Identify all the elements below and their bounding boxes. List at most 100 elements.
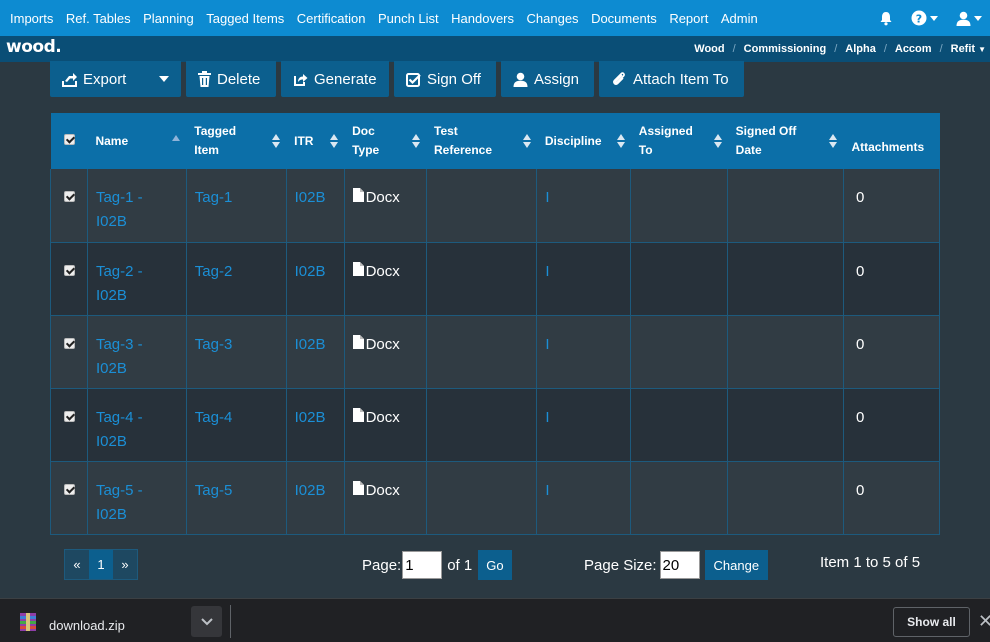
breadcrumb-accom[interactable]: Accom <box>895 43 932 55</box>
sort-both-icon <box>616 134 625 148</box>
sign-off-button[interactable]: Sign Off <box>394 61 496 97</box>
row-itr-link[interactable]: I02B <box>285 388 345 462</box>
row-discipline-link[interactable]: I <box>536 169 632 243</box>
user-menu-button[interactable] <box>956 11 982 26</box>
nav-tagged-items[interactable]: Tagged Items <box>206 11 284 26</box>
breadcrumb-commissioning[interactable]: Commissioning <box>744 43 827 55</box>
notifications-button[interactable] <box>879 11 893 26</box>
file-icon <box>352 261 364 276</box>
file-icon <box>352 188 364 202</box>
col-discipline[interactable]: Discipline <box>536 113 631 169</box>
row-tagged-item-link[interactable]: Tag-1 <box>185 169 287 243</box>
page-size-input[interactable] <box>659 551 700 579</box>
export-button[interactable]: Export <box>50 61 181 97</box>
row-name-line-2: I02B <box>95 286 127 304</box>
download-options-button[interactable] <box>191 606 222 637</box>
breadcrumb-wood[interactable]: Wood <box>694 43 724 55</box>
row-test-reference <box>425 388 538 462</box>
row-itr-link[interactable]: I02B <box>285 461 345 535</box>
download-file-name[interactable]: download.zip <box>49 618 125 633</box>
nav-admin[interactable]: Admin <box>721 11 758 26</box>
assign-label: Assign <box>534 70 580 88</box>
assign-button[interactable]: Assign <box>501 61 594 97</box>
row-checkbox[interactable] <box>64 410 75 422</box>
col-name[interactable]: Name <box>87 113 187 169</box>
change-button[interactable]: Change <box>704 550 769 580</box>
download-bar: download.zip Show all ✕ <box>0 598 990 642</box>
nav-changes[interactable]: Changes <box>527 11 579 26</box>
action-toolbar: Export Delete Generate Sign Off Assign A… <box>50 61 744 97</box>
table-row[interactable]: Tag-3 - I02B Tag-3 I02B Docx I 0 <box>50 315 941 389</box>
row-name-line-2: I02B <box>95 432 127 450</box>
table-row[interactable]: Tag-4 - I02B Tag-4 I02B Docx I 0 <box>50 388 941 462</box>
col-signed-off-date[interactable]: Signed Off Date <box>727 113 844 169</box>
row-itr-link[interactable]: I02B <box>285 242 345 316</box>
caret-down-icon <box>974 15 982 21</box>
row-name-link[interactable]: Tag-1 - I02B <box>86 169 187 243</box>
row-name-link[interactable]: Tag-3 - I02B <box>86 315 187 389</box>
caret-down-icon[interactable] <box>159 76 169 82</box>
row-name-link[interactable]: Tag-2 - I02B <box>86 242 187 316</box>
close-icon[interactable]: ✕ <box>978 611 990 632</box>
row-doc-type[interactable]: Docx <box>343 169 427 243</box>
row-checkbox[interactable] <box>64 264 75 276</box>
nav-report[interactable]: Report <box>669 11 708 26</box>
table-row[interactable]: Tag-2 - I02B Tag-2 I02B Docx I 0 <box>50 242 941 316</box>
breadcrumb-refit[interactable]: Refit <box>951 43 975 55</box>
caret-down-icon[interactable]: ▼ <box>978 45 986 54</box>
bell-icon <box>880 11 892 25</box>
nav-imports[interactable]: Imports <box>10 11 53 26</box>
select-all-checkbox[interactable] <box>63 133 75 145</box>
row-doc-type[interactable]: Docx <box>343 242 427 316</box>
nav-planning[interactable]: Planning <box>143 11 194 26</box>
page-1-button[interactable]: 1 <box>89 550 113 579</box>
generate-button[interactable]: Generate <box>281 61 389 97</box>
row-doc-type[interactable]: Docx <box>343 315 427 389</box>
row-discipline-link[interactable]: I <box>536 388 632 462</box>
row-discipline-link[interactable]: I <box>536 315 632 389</box>
last-page-button[interactable]: » <box>113 550 137 579</box>
col-test-reference[interactable]: Test Reference <box>426 113 537 169</box>
table-row[interactable]: Tag-1 - I02B Tag-1 I02B Docx I 0 <box>50 169 941 243</box>
row-name-link[interactable]: Tag-4 - I02B <box>86 388 187 462</box>
row-doc-type[interactable]: Docx <box>343 388 427 462</box>
col-tagged-item[interactable]: Tagged Item <box>186 113 287 169</box>
row-assigned-to <box>630 169 729 243</box>
attach-item-to-label: Attach Item To <box>633 70 729 88</box>
nav-punch-list[interactable]: Punch List <box>378 11 439 26</box>
row-discipline-link[interactable]: I <box>536 461 632 535</box>
table-row[interactable]: Tag-5 - I02B Tag-5 I02B Docx I 0 <box>50 461 941 535</box>
help-button[interactable]: ? <box>911 10 938 26</box>
delete-button[interactable]: Delete <box>186 61 276 97</box>
row-name-link[interactable]: Tag-5 - I02B <box>86 461 187 535</box>
row-select-cell <box>50 461 88 535</box>
nav-certification[interactable]: Certification <box>297 11 366 26</box>
col-assigned-to[interactable]: Assigned To <box>630 113 728 169</box>
first-page-button[interactable]: « <box>65 550 89 579</box>
row-tagged-item-link[interactable]: Tag-5 <box>185 461 287 535</box>
row-doc-type-label: Docx <box>365 189 400 206</box>
col-doc-type[interactable]: Doc Type <box>344 113 426 169</box>
row-tagged-item-link[interactable]: Tag-2 <box>185 242 287 316</box>
nav-documents[interactable]: Documents <box>591 11 657 26</box>
go-button[interactable]: Go <box>478 550 512 580</box>
attach-item-to-button[interactable]: Attach Item To <box>599 61 744 97</box>
row-checkbox[interactable] <box>64 337 75 349</box>
row-tagged-item-link[interactable]: Tag-3 <box>185 315 287 389</box>
row-checkbox[interactable] <box>64 191 75 202</box>
row-tagged-item-link[interactable]: Tag-4 <box>185 388 287 462</box>
sort-both-icon <box>829 134 838 148</box>
row-checkbox[interactable] <box>64 483 75 495</box>
col-itr[interactable]: ITR <box>286 113 345 169</box>
show-all-button[interactable]: Show all <box>893 607 970 637</box>
wood-logo[interactable]: wood. <box>6 37 62 57</box>
row-doc-type[interactable]: Docx <box>343 461 427 535</box>
nav-ref-tables[interactable]: Ref. Tables <box>66 11 131 26</box>
breadcrumb-alpha[interactable]: Alpha <box>845 43 876 55</box>
row-discipline-link[interactable]: I <box>536 242 632 316</box>
row-itr-link[interactable]: I02B <box>285 169 345 243</box>
row-itr-link[interactable]: I02B <box>285 315 345 389</box>
nav-handovers[interactable]: Handovers <box>451 11 514 26</box>
row-name-line-1: Tag-3 - <box>95 335 143 353</box>
page-number-input[interactable] <box>402 551 443 579</box>
